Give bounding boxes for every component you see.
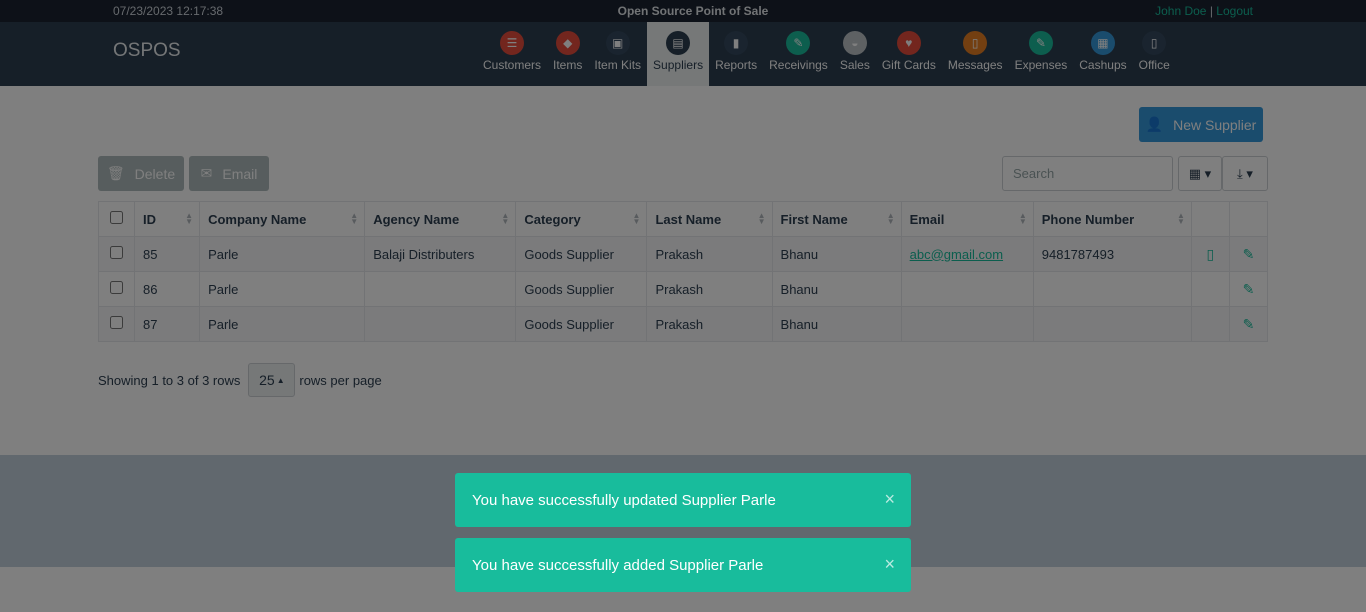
close-icon[interactable]: × [884, 554, 895, 575]
close-icon[interactable]: × [884, 489, 895, 510]
toast-message: You have successfully updated Supplier P… [472, 491, 776, 509]
success-toast-added: You have successfully added Supplier Par… [455, 538, 911, 592]
toast-message: You have successfully added Supplier Par… [472, 556, 764, 574]
success-toast-updated: You have successfully updated Supplier P… [455, 473, 911, 527]
